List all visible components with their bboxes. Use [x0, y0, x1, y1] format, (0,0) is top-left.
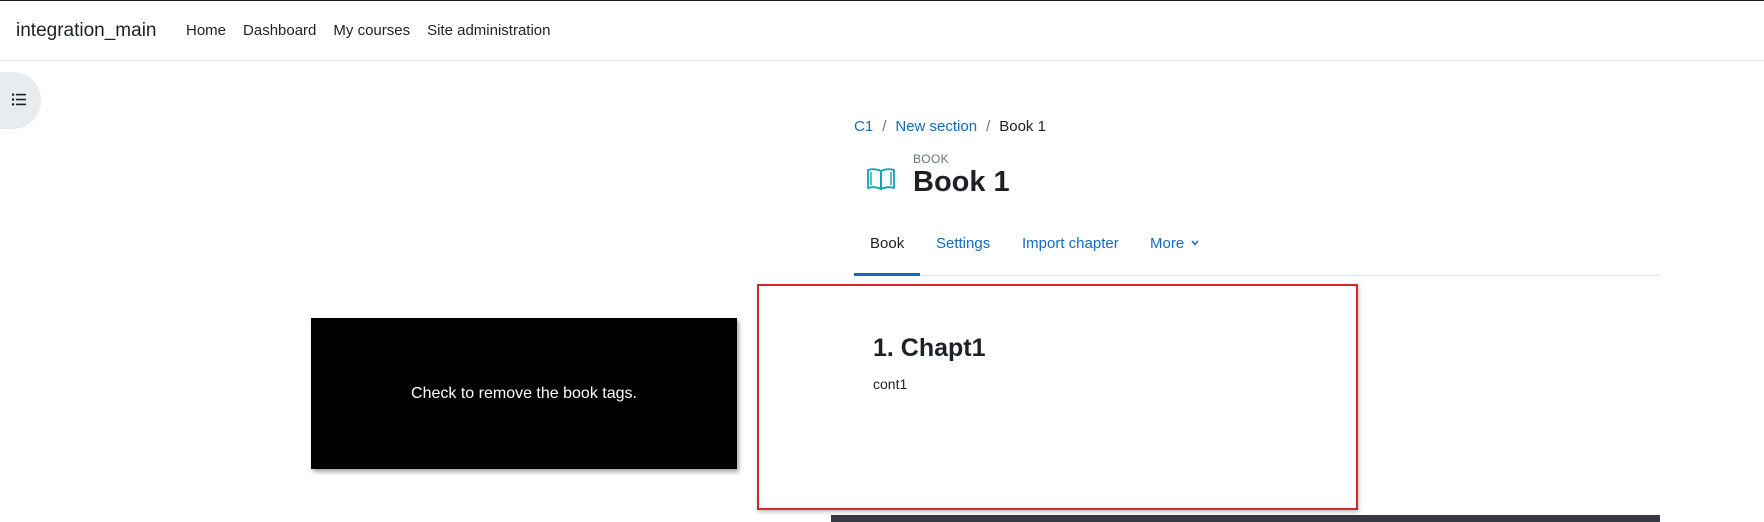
breadcrumb-item-new-section[interactable]: New section [895, 118, 977, 135]
chapter-content: cont1 [873, 376, 908, 392]
tour-step-message: Check to remove the book tags. [411, 384, 637, 402]
tour-highlight-target [757, 284, 1358, 510]
primary-navigation: Home Dashboard My courses Site administr… [186, 22, 568, 39]
page-title: Book 1 [913, 166, 1010, 198]
footer-bar [831, 515, 1660, 522]
nav-dashboard[interactable]: Dashboard [243, 22, 316, 39]
tab-book-label: Book [870, 235, 905, 252]
breadcrumb-separator: / [882, 118, 887, 135]
navbar: integration_main Home Dashboard My cours… [0, 1, 1764, 61]
site-name[interactable]: integration_main [16, 20, 156, 42]
breadcrumb: C1 / New section / Book 1 [854, 118, 1046, 135]
book-icon [862, 160, 900, 198]
breadcrumb-current: Book 1 [999, 118, 1046, 135]
secondary-navigation: Book Settings Import chapter More [854, 228, 1660, 276]
list-icon [12, 93, 26, 106]
breadcrumb-separator: / [986, 118, 991, 135]
tab-settings[interactable]: Settings [936, 235, 990, 276]
tab-more-label: More [1150, 235, 1185, 252]
nav-home[interactable]: Home [186, 22, 226, 39]
nav-site-administration[interactable]: Site administration [427, 22, 550, 39]
nav-my-courses[interactable]: My courses [333, 22, 410, 39]
chevron-down-icon [1191, 240, 1199, 246]
tab-book[interactable]: Book [854, 235, 921, 276]
course-index-toggle-button[interactable] [0, 72, 41, 129]
module-type-label: BOOK [913, 152, 949, 166]
tab-import-chapter-label: Import chapter [1022, 235, 1119, 252]
breadcrumb-item-c1[interactable]: C1 [854, 118, 873, 135]
tab-import-chapter[interactable]: Import chapter [1022, 235, 1119, 276]
tab-more[interactable]: More [1150, 235, 1199, 276]
chapter-title: 1. Chapt1 [873, 334, 986, 362]
tour-step-popup: Check to remove the book tags. [311, 318, 737, 469]
tab-settings-label: Settings [936, 235, 991, 252]
